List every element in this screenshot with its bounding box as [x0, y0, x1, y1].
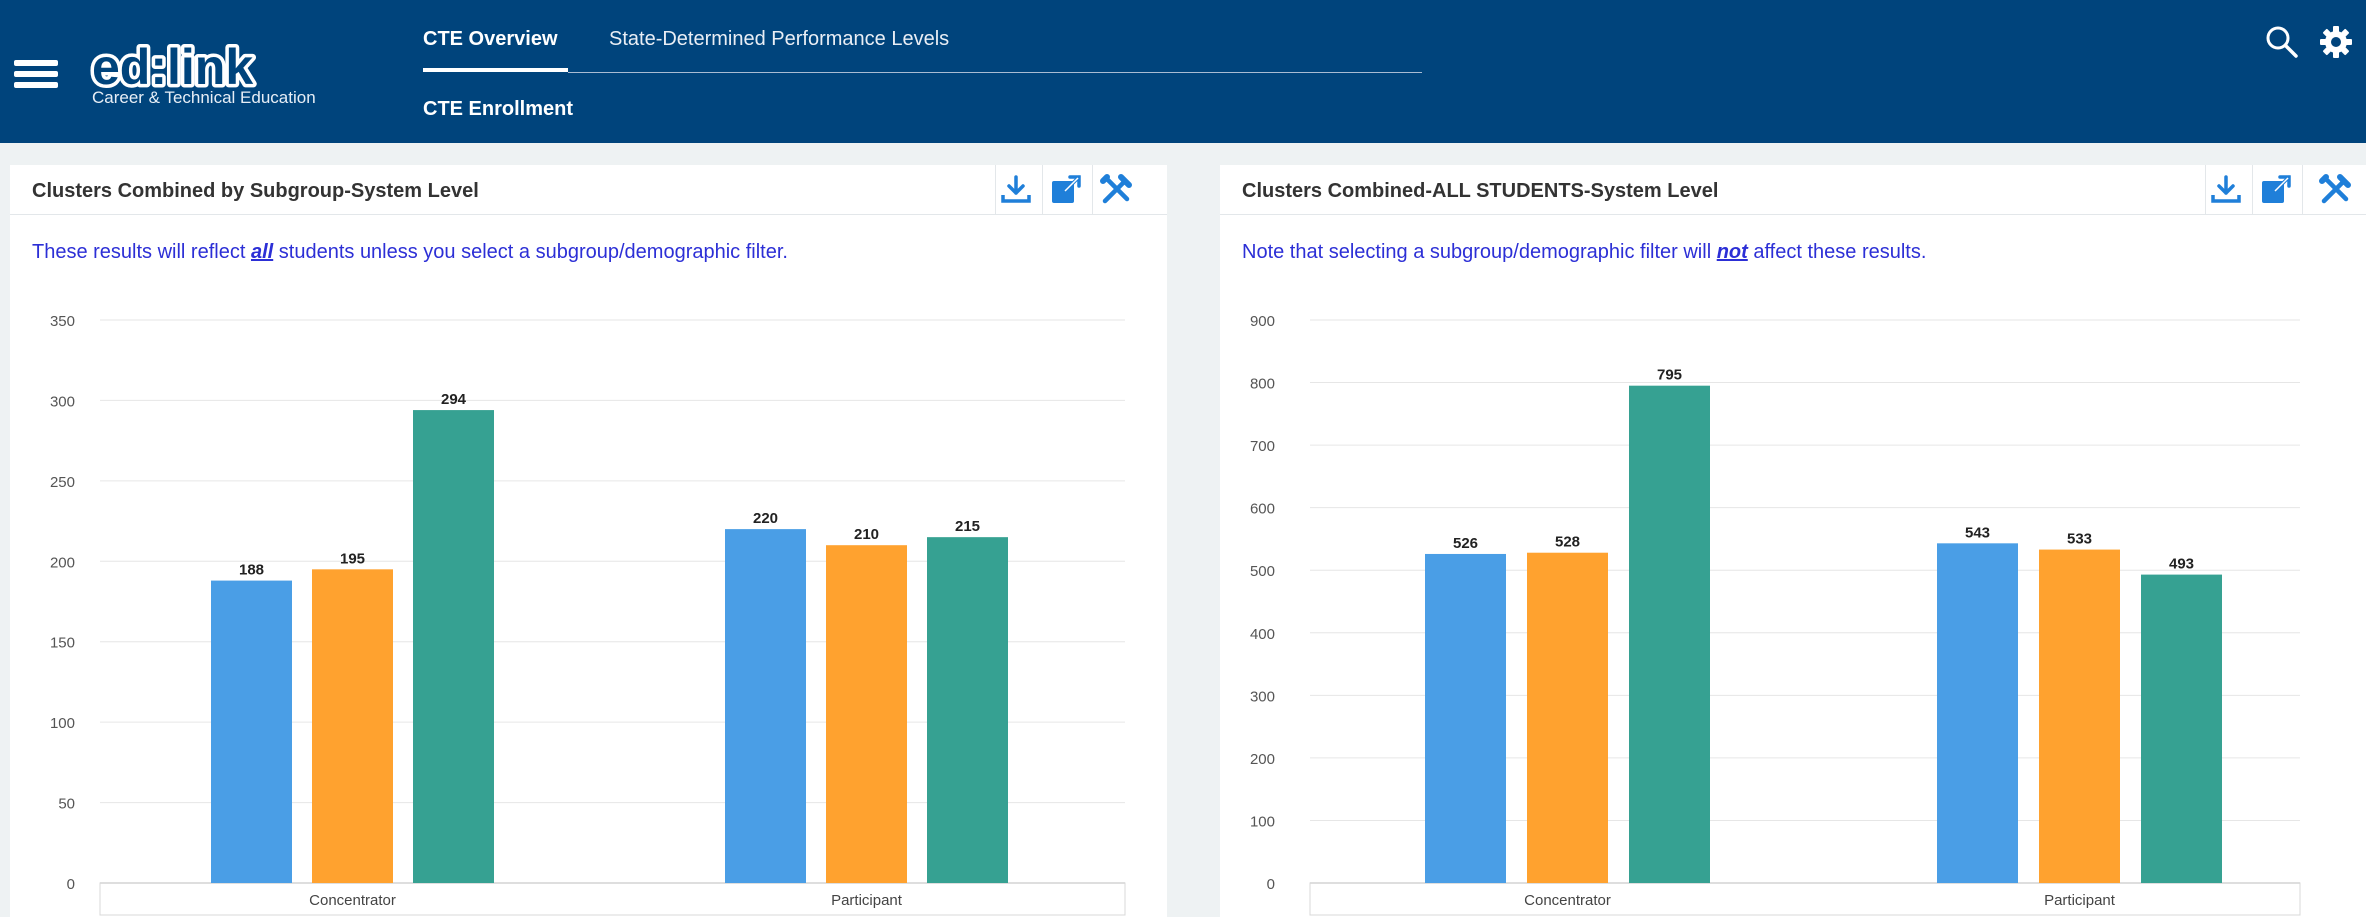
y-tick-label: 800 — [1250, 376, 1275, 393]
y-tick-label: 300 — [50, 393, 75, 410]
y-tick-label: 250 — [50, 474, 75, 491]
x-category-label: Participant — [2044, 892, 2116, 909]
bar-data-label: 526 — [1453, 535, 1478, 552]
bar-chart-subgroup: 0 50 100 150 200 250 300 350 188 195 294 Concentrat… — [50, 313, 1126, 916]
panel-title: Clusters Combined-ALL STUDENTS-System Le… — [1242, 180, 1719, 202]
panel-title: Clusters Combined by Subgroup-System Lev… — [32, 180, 479, 202]
bar-data-label: 294 — [441, 391, 467, 408]
toolbar-divider — [1042, 165, 1043, 215]
download-icon[interactable] — [997, 171, 1035, 209]
bar-data-label: 210 — [854, 526, 879, 543]
y-tick-label: 900 — [1250, 313, 1275, 330]
x-axis-frame — [99, 882, 1126, 916]
bar-data-label: 220 — [753, 510, 778, 527]
tab-divider — [568, 72, 1422, 73]
note-emphasis: all — [250, 241, 274, 263]
note-text: Note that selecting a subgroup/demograph… — [1242, 241, 1717, 263]
download-icon[interactable] — [2207, 171, 2245, 209]
app-subtitle: Career & Technical Education — [92, 88, 316, 107]
bar — [725, 529, 806, 883]
panel-subgroup: Clusters Combined by Subgroup-System Lev… — [10, 165, 1167, 917]
note-text: These results will reflect — [32, 241, 251, 263]
x-category-label: Concentrator — [309, 892, 396, 909]
bar — [2039, 549, 2120, 883]
popout-icon[interactable] — [2257, 171, 2295, 209]
active-tab-underline — [423, 68, 568, 72]
bar-data-label: 543 — [1965, 524, 1990, 541]
bar — [1629, 385, 1710, 883]
tab-cte-enrollment[interactable]: CTE Enrollment — [423, 98, 573, 121]
toolbar-divider — [1092, 165, 1093, 215]
popout-icon[interactable] — [1047, 171, 1085, 209]
search-icon[interactable] — [2264, 24, 2300, 60]
y-tick-label: 400 — [1250, 626, 1275, 643]
bar — [1937, 543, 2018, 883]
tools-icon[interactable] — [2316, 171, 2354, 209]
toolbar-divider — [2205, 165, 2206, 215]
y-tick-label: 50 — [58, 796, 75, 813]
y-tick-label: 0 — [1267, 876, 1275, 893]
toolbar-divider — [2302, 165, 2303, 215]
tab-cte-overview[interactable]: CTE Overview — [423, 28, 558, 51]
y-tick-label: 500 — [1250, 563, 1275, 580]
y-tick-label: 600 — [1250, 501, 1275, 518]
panel-header: Clusters Combined-ALL STUDENTS-System Le… — [1220, 165, 2366, 215]
bar — [312, 569, 393, 883]
bar-data-label: 215 — [955, 518, 980, 535]
x-category-label: Participant — [831, 892, 903, 909]
bar — [927, 537, 1008, 883]
bar-data-label: 195 — [340, 550, 365, 567]
y-tick-label: 350 — [50, 313, 75, 330]
panel-header: Clusters Combined by Subgroup-System Lev… — [10, 165, 1167, 215]
toolbar-divider — [2252, 165, 2253, 215]
edlink-logo[interactable]: ed:link ed:link — [90, 38, 280, 94]
y-tick-label: 150 — [50, 635, 75, 652]
toolbar-divider — [995, 165, 996, 215]
bar-data-label: 528 — [1555, 534, 1580, 551]
bar-data-label: 188 — [239, 562, 264, 579]
logo-text: ed:link — [92, 39, 253, 94]
bar — [413, 410, 494, 883]
y-tick-label: 700 — [1250, 438, 1275, 455]
y-tick-label: 100 — [1250, 813, 1275, 830]
tools-icon[interactable] — [1097, 171, 1135, 209]
panel-note: Note that selecting a subgroup/demograph… — [1242, 241, 1926, 264]
y-tick-label: 300 — [1250, 688, 1275, 705]
bar-chart-all-students: 0 100 200 300 400 500 600 700 800 900 526 528 795 Con… — [1250, 313, 2301, 916]
bar — [1527, 552, 1608, 883]
y-tick-label: 200 — [50, 554, 75, 571]
menu-icon[interactable] — [14, 60, 58, 88]
x-axis-frame — [1309, 882, 2301, 916]
x-category-label: Concentrator — [1524, 892, 1611, 909]
y-tick-label: 0 — [67, 876, 75, 893]
y-tick-label: 100 — [50, 715, 75, 732]
tab-state-performance-levels[interactable]: State-Determined Performance Levels — [609, 28, 949, 51]
bar — [211, 580, 292, 883]
y-tick-label: 200 — [1250, 751, 1275, 768]
panel-all-students: Clusters Combined-ALL STUDENTS-System Le… — [1220, 165, 2366, 917]
note-text-rest: affect these results. — [1747, 241, 1927, 263]
app-header: ed:link ed:link Career & Technical Educa… — [0, 0, 2366, 143]
bar — [1425, 553, 1506, 883]
note-emphasis: not — [1716, 241, 1748, 263]
bar-data-label: 795 — [1657, 367, 1682, 384]
bar — [826, 545, 907, 883]
settings-gear-icon[interactable] — [2318, 24, 2354, 60]
bar-data-label: 493 — [2169, 556, 2194, 573]
bar-data-label: 533 — [2067, 531, 2092, 548]
note-text-rest: students unless you select a subgroup/de… — [273, 241, 788, 263]
panel-note: These results will reflect all students … — [32, 241, 788, 264]
bar — [2141, 574, 2222, 883]
